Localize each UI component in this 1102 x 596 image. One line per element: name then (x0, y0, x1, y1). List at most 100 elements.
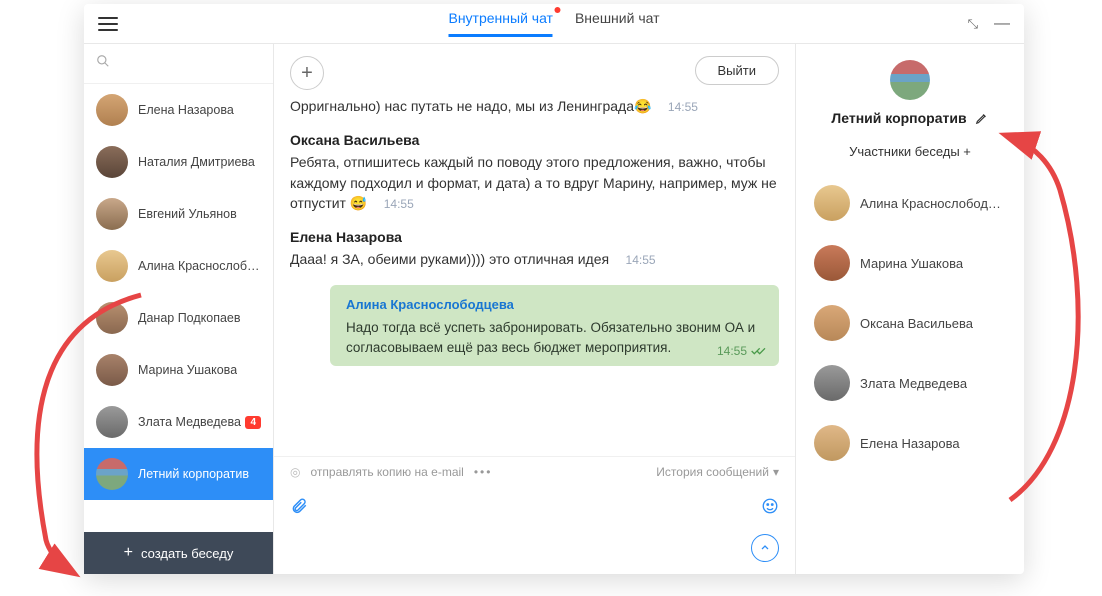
message-time: 14:55 (717, 344, 747, 358)
minimize-icon[interactable]: — (994, 15, 1010, 33)
message-time: 14:55 (626, 253, 656, 267)
participant-item[interactable]: Марина Ушакова (808, 233, 1012, 293)
message-history-button[interactable]: История сообщений ▾ (656, 465, 779, 479)
participant-name: Оксана Васильева (860, 316, 973, 331)
avatar (96, 250, 128, 282)
search-icon (96, 54, 110, 68)
create-conversation-button[interactable]: + создать беседу (84, 532, 273, 574)
conversation-header: + Выйти (274, 44, 795, 96)
target-icon: ◎ (290, 465, 300, 479)
message-author: Оксана Васильева (290, 132, 779, 148)
avatar (96, 198, 128, 230)
participant-item[interactable]: Елена Назарова (808, 413, 1012, 473)
participant-item[interactable]: Алина Краснослободцева (808, 173, 1012, 233)
details-header: Летний корпоратив (808, 60, 1012, 126)
send-button[interactable] (751, 534, 779, 562)
chevron-down-icon: ▾ (773, 465, 779, 479)
message-author: Елена Назарова (290, 229, 779, 245)
avatar (814, 305, 850, 341)
details-panel: Летний корпоратив Участники беседы + Али… (796, 44, 1024, 574)
message-text: Орригнально) нас путать не надо, мы из Л… (290, 98, 651, 114)
contact-item[interactable]: Злата Медведева 4 (84, 396, 273, 448)
message-meta-row: ◎ отправлять копию на e-mail ••• История… (274, 456, 795, 487)
search-input[interactable] (84, 44, 273, 84)
arrow-up-icon (759, 542, 771, 554)
contact-item[interactable]: Данар Подкопаев (84, 292, 273, 344)
message: Оксана Васильева Ребята, отпишитесь кажд… (290, 132, 779, 213)
avatar (96, 354, 128, 386)
message-time-row: 14:55 (717, 344, 767, 358)
message-text: Дааа! я ЗА, обеими руками)))) это отличн… (290, 251, 609, 267)
message-time: 14:55 (668, 100, 698, 114)
tab-internal-chat[interactable]: Внутренный чат (448, 10, 552, 37)
tab-external-chat[interactable]: Внешний чат (575, 10, 660, 37)
exit-button[interactable]: Выйти (695, 56, 780, 85)
message-author: Алина Краснослободцева (346, 297, 763, 312)
window-controls: ⤡ — (968, 15, 1010, 33)
contact-item[interactable]: Марина Ушакова (84, 344, 273, 396)
message-list[interactable]: Орригнально) нас путать не надо, мы из Л… (274, 96, 795, 456)
plus-icon: + (124, 544, 133, 562)
contact-name: Злата Медведева (138, 415, 241, 429)
history-label: История сообщений (656, 465, 769, 479)
message-text: Ребята, отпишитесь каждый по поводу этог… (290, 154, 777, 211)
own-message: Алина Краснослободцева Надо тогда всё ус… (330, 285, 779, 365)
exit-label: Выйти (718, 63, 757, 78)
emoji-icon[interactable] (761, 497, 779, 520)
avatar (96, 146, 128, 178)
contact-name: Елена Назарова (138, 103, 234, 117)
plus-icon: + (301, 62, 313, 85)
avatar (96, 302, 128, 334)
participant-name: Злата Медведева (860, 376, 967, 391)
titlebar: Внутренный чат Внешний чат ⤡ — (84, 4, 1024, 44)
email-copy-label[interactable]: отправлять копию на e-mail (310, 465, 463, 479)
contact-name: Летний корпоратив (138, 467, 249, 481)
participant-item[interactable]: Злата Медведева (808, 353, 1012, 413)
avatar (96, 406, 128, 438)
chat-window: Внутренный чат Внешний чат ⤡ — Елена Наз… (84, 4, 1024, 574)
conversation-pane: + Выйти Орригнально) нас путать не надо,… (274, 44, 796, 574)
contact-name: Данар Подкопаев (138, 311, 241, 325)
collapse-icon[interactable]: ⤡ (968, 16, 978, 32)
avatar (814, 365, 850, 401)
compose-row (274, 487, 795, 530)
attach-icon[interactable] (290, 497, 308, 520)
unread-badge: 4 (245, 416, 261, 429)
contact-name: Наталия Дмитриева (138, 155, 255, 169)
notification-dot-icon (555, 7, 561, 13)
add-button[interactable]: + (290, 56, 324, 90)
tab-label: Внешний чат (575, 10, 660, 26)
contact-name: Марина Ушакова (138, 363, 237, 377)
title-row: Летний корпоратив (831, 110, 988, 126)
menu-icon[interactable] (98, 17, 118, 31)
more-icon[interactable]: ••• (474, 465, 493, 479)
conversation-title: Летний корпоратив (831, 110, 966, 126)
contact-item[interactable]: Наталия Дмитриева (84, 136, 273, 188)
message-time: 14:55 (384, 197, 414, 211)
participant-item[interactable]: Оксана Васильева (808, 293, 1012, 353)
create-label: создать беседу (141, 546, 233, 561)
app-body: Елена Назарова Наталия Дмитриева Евгений… (84, 44, 1024, 574)
tab-label: Внутренный чат (448, 10, 552, 26)
contact-item[interactable]: Елена Назарова (84, 84, 273, 136)
conversation-avatar (890, 60, 930, 100)
avatar (96, 94, 128, 126)
contact-item-active[interactable]: Летний корпоратив (84, 448, 273, 500)
message: Орригнально) нас путать не надо, мы из Л… (290, 96, 779, 116)
chat-tabs: Внутренный чат Внешний чат (448, 10, 659, 37)
edit-icon[interactable] (975, 111, 989, 125)
message: Елена Назарова Дааа! я ЗА, обеими руками… (290, 229, 779, 269)
contact-name: Евгений Ульянов (138, 207, 237, 221)
participant-name: Елена Назарова (860, 436, 960, 451)
double-check-icon (751, 346, 767, 356)
avatar (814, 185, 850, 221)
participants-header[interactable]: Участники беседы + (808, 144, 1012, 159)
participants-list: Алина Краснослободцева Марина Ушакова Ок… (808, 173, 1012, 473)
contact-item[interactable]: Евгений Ульянов (84, 188, 273, 240)
avatar (814, 245, 850, 281)
participant-name: Марина Ушакова (860, 256, 963, 271)
sidebar: Елена Назарова Наталия Дмитриева Евгений… (84, 44, 274, 574)
contact-list[interactable]: Елена Назарова Наталия Дмитриева Евгений… (84, 84, 273, 532)
contact-name: Алина Краснослобод.. (138, 259, 261, 273)
contact-item[interactable]: Алина Краснослобод.. (84, 240, 273, 292)
